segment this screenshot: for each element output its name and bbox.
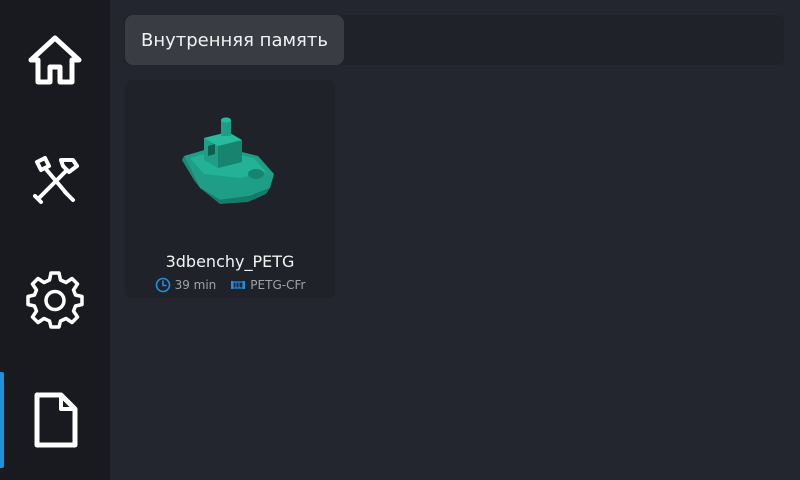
file-icon bbox=[34, 392, 78, 448]
file-name: 3dbenchy_PETG bbox=[165, 252, 295, 271]
filament-spool-icon bbox=[231, 281, 246, 289]
sidebar bbox=[0, 0, 110, 480]
file-meta: 39 min PETG-CFr bbox=[125, 277, 335, 293]
app-screen: Внутренняя память 3dbenchy_PETG 39 min P… bbox=[0, 0, 800, 480]
filament-type: PETG-CFr bbox=[230, 278, 305, 292]
tools-icon bbox=[33, 156, 79, 204]
sidebar-item-files[interactable] bbox=[0, 360, 110, 480]
home-icon bbox=[28, 35, 82, 85]
sidebar-item-tools[interactable] bbox=[0, 120, 110, 240]
file-card[interactable]: 3dbenchy_PETG 39 min PETG-CFr bbox=[125, 80, 335, 298]
file-thumbnail bbox=[170, 116, 290, 230]
storage-label: Внутренняя память bbox=[141, 29, 328, 51]
active-indicator bbox=[0, 372, 4, 468]
print-time-label: 39 min bbox=[174, 278, 217, 292]
gear-icon bbox=[26, 271, 84, 329]
clock-icon bbox=[155, 277, 170, 293]
print-time: 39 min bbox=[155, 277, 217, 293]
sidebar-item-home[interactable] bbox=[0, 0, 110, 120]
storage-tab[interactable]: Внутренняя память bbox=[125, 15, 344, 65]
sidebar-item-settings[interactable] bbox=[0, 240, 110, 360]
filament-label: PETG-CFr bbox=[250, 278, 306, 292]
